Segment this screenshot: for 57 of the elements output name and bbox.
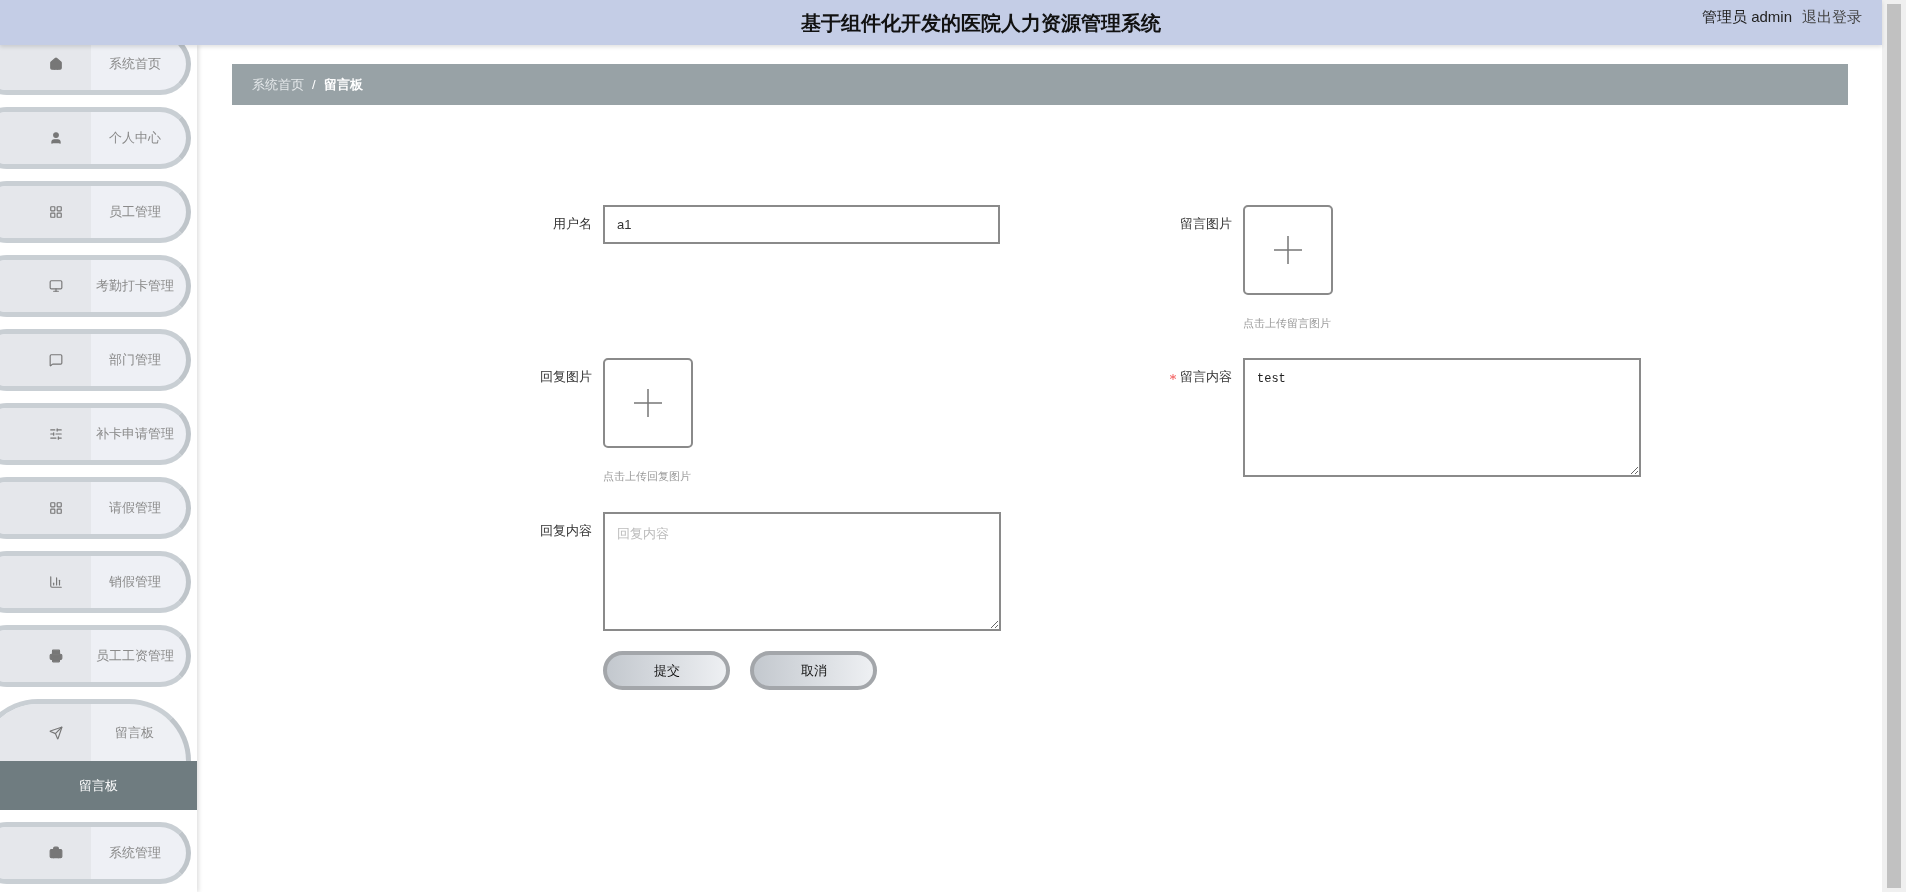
sidebar-item[interactable]: 请假管理 [0, 477, 191, 539]
sidebar-item[interactable]: 考勤打卡管理 [0, 255, 191, 317]
sidebar-item[interactable]: 员工管理 [0, 181, 191, 243]
username-field[interactable]: a1 [603, 205, 1000, 244]
user-icon [49, 131, 63, 145]
field-label: 回复图片 [540, 368, 592, 386]
monitor-icon [49, 279, 63, 293]
breadcrumb-link[interactable]: 系统首页 [252, 74, 304, 95]
breadcrumb-separator: / [312, 75, 316, 94]
sidebar-item[interactable]: 留言板 [0, 699, 191, 761]
field-label: 留言内容 [1180, 368, 1232, 386]
field-label: 回复内容 [540, 522, 592, 540]
form-button[interactable]: 取消 [750, 651, 877, 690]
reply-textarea[interactable]: 回复内容 [603, 512, 1001, 631]
logout-link[interactable]: 退出登录 [1802, 6, 1862, 29]
breadcrumb-current: 留言板 [323, 75, 363, 94]
scrollbar[interactable] [1882, 0, 1906, 892]
bar-chart-icon [49, 575, 63, 589]
grid-icon [49, 501, 63, 515]
sidebar-item[interactable]: 部门管理 [0, 329, 191, 391]
sidebar-label: 销假管理 [107, 573, 162, 592]
sidebar-item[interactable]: 员工工资管理 [0, 625, 191, 687]
sidebar-label: 考勤打卡管理 [94, 277, 175, 296]
message-textarea[interactable]: test [1243, 358, 1641, 477]
sidebar-label: 系统首页 [107, 55, 162, 74]
sidebar-label: 个人中心 [107, 129, 162, 148]
sidebar-item[interactable]: 系统管理 [0, 822, 191, 884]
upload-button[interactable] [603, 358, 693, 448]
field-label: 留言图片 [1180, 215, 1232, 233]
grid-icon [49, 205, 63, 219]
field-label: 用户名 [553, 215, 592, 233]
printer-icon [49, 649, 63, 663]
home-icon [49, 57, 63, 71]
sidebar-label: 系统管理 [107, 844, 162, 863]
upload-hint: 点击上传回复图片 [603, 469, 692, 484]
sidebar-label: 留言板 [114, 723, 155, 742]
plus-icon [634, 389, 662, 417]
submenu-item[interactable]: 留言板 [0, 761, 197, 810]
user-label: 管理员 admin [1701, 7, 1792, 27]
app-title: 基于组件化开发的医院人力资源管理系统 [801, 10, 1161, 36]
sidebar-label: 部门管理 [107, 351, 162, 370]
chat-icon [49, 353, 63, 367]
sidebar-item[interactable]: 销假管理 [0, 551, 191, 613]
send-icon [49, 725, 63, 740]
sidebar-item[interactable]: 补卡申请管理 [0, 403, 191, 465]
sidebar-item[interactable]: 个人中心 [0, 107, 191, 169]
sidebar-item[interactable]: 系统首页 [0, 45, 191, 95]
form-button[interactable]: 提交 [603, 651, 730, 690]
upload-button[interactable] [1243, 205, 1333, 295]
sidebar-label: 补卡申请管理 [94, 425, 175, 444]
upload-hint: 点击上传留言图片 [1243, 316, 1332, 331]
sliders-icon [49, 427, 63, 441]
sidebar-label: 员工工资管理 [94, 647, 175, 666]
sidebar-label: 员工管理 [107, 203, 162, 222]
plus-icon [1274, 236, 1302, 264]
briefcase-icon [49, 846, 63, 860]
sidebar-label: 请假管理 [107, 499, 162, 518]
